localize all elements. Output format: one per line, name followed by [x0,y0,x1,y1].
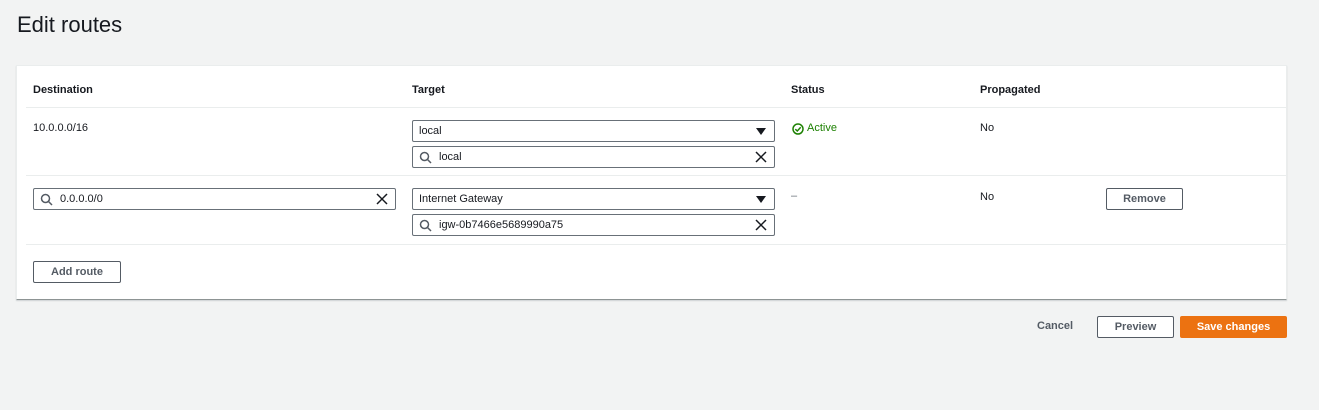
row-divider [26,175,1287,176]
header-divider [26,107,1287,108]
clear-icon[interactable] [755,219,767,231]
page-title: Edit routes [17,12,123,37]
target-type-value: Internet Gateway [419,193,503,205]
row-divider [26,244,1287,245]
search-icon [419,219,432,232]
window-edge [1319,0,1326,410]
propagated-text: No [980,122,995,134]
cancel-button[interactable]: Cancel [1037,320,1073,332]
destination-input-value: 0.0.0.0/0 [60,193,103,205]
header-target: Target [412,84,445,96]
status-active-icon [792,123,804,135]
caret-down-icon [756,196,766,203]
search-icon [419,151,432,164]
caret-down-icon [756,128,766,135]
target-type-select[interactable]: local [412,120,775,142]
destination-text: 10.0.0.0/16 [33,122,89,134]
remove-route-button[interactable]: Remove [1106,188,1183,210]
destination-input[interactable]: 0.0.0.0/0 [33,188,396,210]
status-text: – [791,190,798,202]
header-destination: Destination [33,84,93,96]
propagated-text: No [980,191,995,203]
target-value-text: igw-0b7466e5689990a75 [439,219,564,231]
preview-button[interactable]: Preview [1097,316,1174,338]
edit-routes-page: Edit routes Destination Target Status Pr… [0,0,1326,410]
save-changes-button[interactable]: Save changes [1180,316,1287,338]
header-status: Status [791,84,825,96]
target-type-select[interactable]: Internet Gateway [412,188,775,210]
search-icon [40,193,53,206]
status-badge: Active [807,122,837,134]
clear-icon[interactable] [755,151,767,163]
routes-table-card: Destination Target Status Propagated 10.… [16,65,1287,300]
target-type-value: local [419,125,442,137]
target-value-autosuggest[interactable]: local [412,146,775,168]
header-propagated: Propagated [980,84,1041,96]
add-route-button[interactable]: Add route [33,261,121,283]
clear-icon[interactable] [376,193,388,205]
target-value-autosuggest[interactable]: igw-0b7466e5689990a75 [412,214,775,236]
target-value-text: local [439,151,462,163]
